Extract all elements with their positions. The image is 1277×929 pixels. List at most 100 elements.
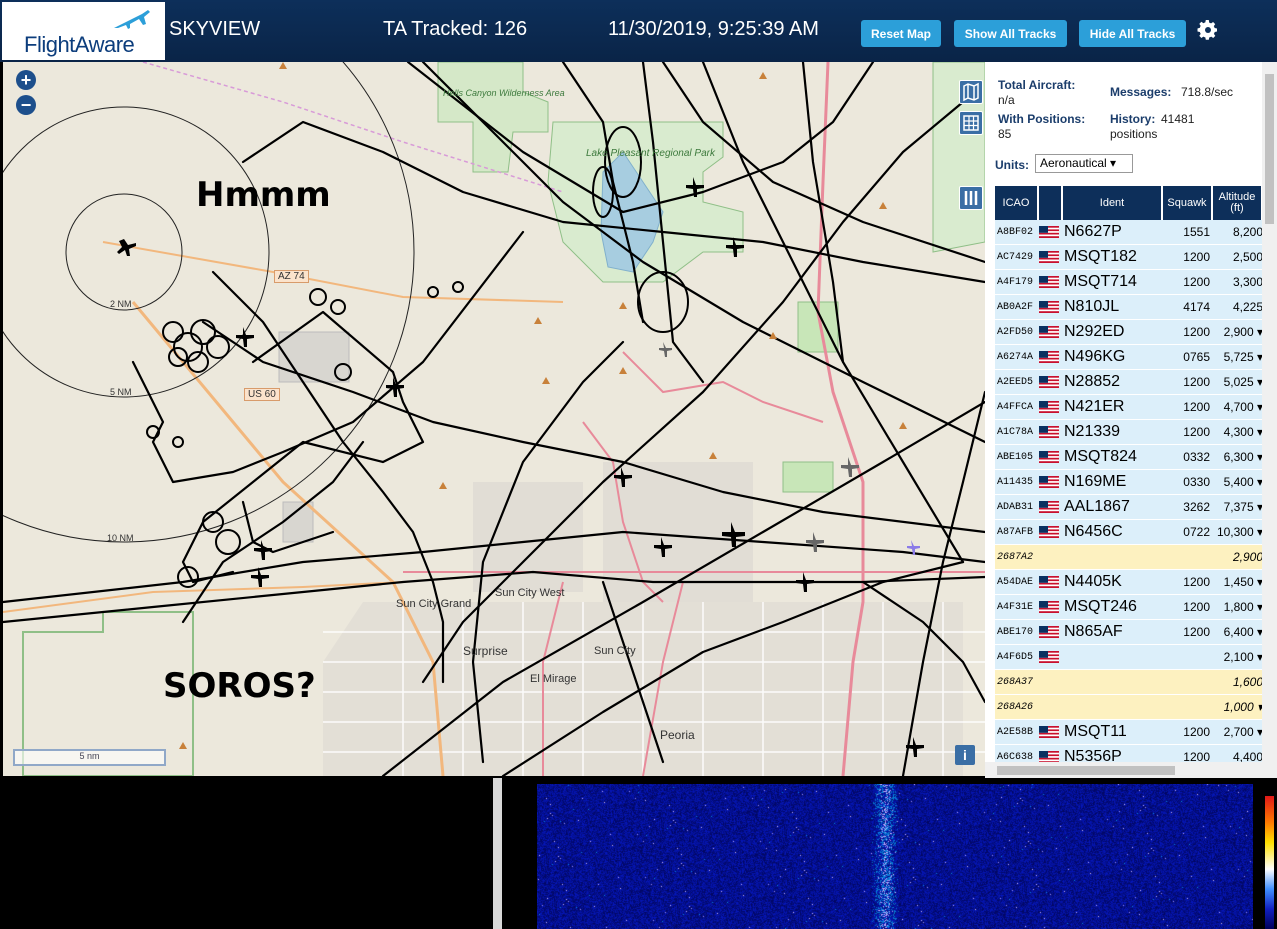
table-row[interactable]: 2687A2 2,900	[995, 545, 1263, 570]
map-layers-icon[interactable]	[959, 80, 983, 104]
table-row[interactable]: A2E58B MSQT11 1200 2,700 ▾	[995, 720, 1263, 745]
altitude-cell: 4,300 ▾	[1223, 425, 1263, 439]
ident-cell: MSQT824	[1064, 448, 1137, 465]
horizontal-scroll-thumb[interactable]	[997, 766, 1175, 775]
squawk-cell: 1200	[1183, 275, 1210, 289]
flag-cell	[1039, 345, 1063, 369]
table-row[interactable]: A4F31E MSQT246 1200 1,800 ▾	[995, 595, 1263, 620]
flag-cell	[1039, 670, 1063, 694]
panel-divider[interactable]	[493, 778, 502, 929]
columns-icon[interactable]	[959, 186, 983, 210]
table-row[interactable]: A54DAE N4405K 1200 1,450 ▾	[995, 570, 1263, 595]
range-label: 10 NM	[107, 533, 134, 543]
aircraft-sidebar: Total Aircraft: n/a With Positions: 85 M…	[985, 62, 1277, 778]
table-row[interactable]: A4FFCA N421ER 1200 4,700 ▾	[995, 395, 1263, 420]
range-label: 5 NM	[110, 387, 132, 397]
icao-cell: AC7429	[997, 251, 1034, 263]
flag-cell	[1039, 720, 1063, 744]
column-header-flag[interactable]	[1039, 186, 1063, 220]
squawk-cell: 1200	[1183, 425, 1210, 439]
aircraft-table: ICAO Ident Squawk Altitude (ft) A8BF02 N6…	[995, 186, 1263, 770]
total-aircraft-label: Total Aircraft:	[998, 78, 1076, 92]
show-all-tracks-button[interactable]: Show All Tracks	[954, 20, 1067, 47]
flag-cell	[1039, 245, 1063, 269]
ident-cell: N421ER	[1064, 398, 1125, 415]
flag-cell	[1039, 320, 1063, 344]
ident-cell: N4405K	[1064, 573, 1122, 590]
ident-cell: N21339	[1064, 423, 1121, 440]
table-row[interactable]: A6274A N496KG 0765 5,725 ▾	[995, 345, 1263, 370]
place-label: Surprise	[463, 644, 508, 658]
altitude-cell: 5,400 ▾	[1223, 475, 1263, 489]
place-label: Sun City	[594, 645, 636, 657]
icao-cell: 268A26	[997, 701, 1034, 713]
icao-cell: 2687A2	[997, 551, 1034, 563]
column-header-icao[interactable]: ICAO	[995, 186, 1039, 220]
flag-cell	[1039, 520, 1063, 544]
squawk-cell: 1200	[1183, 400, 1210, 414]
info-icon[interactable]: i	[955, 745, 975, 765]
plane-logo-icon	[114, 10, 150, 29]
messages-value: 718.8/sec	[1181, 85, 1234, 99]
altitude-cell: 10,300 ▾	[1216, 525, 1263, 539]
table-row[interactable]: A8BF02 N6627P 1551 8,200	[995, 220, 1263, 245]
squawk-cell: 0722	[1183, 525, 1210, 539]
us-flag-icon	[1039, 501, 1059, 513]
table-row[interactable]: A2FD50 N292ED 1200 2,900 ▾	[995, 320, 1263, 345]
spectrum-waterfall	[537, 784, 1253, 929]
skyview-app: FlightAware SKYVIEW TA Tracked: 126 11/3…	[0, 0, 1277, 929]
us-flag-icon	[1039, 576, 1059, 588]
flag-cell	[1039, 220, 1063, 244]
icao-cell: A87AFB	[997, 526, 1034, 538]
altitude-cell: 6,300 ▾	[1223, 450, 1263, 464]
table-row[interactable]: ADAB31 AAL1867 3262 7,375 ▾	[995, 495, 1263, 520]
squawk-cell: 0330	[1183, 475, 1210, 489]
gear-icon[interactable]	[1196, 18, 1220, 42]
ident-cell	[1063, 545, 1163, 569]
zoom-in-button[interactable]: +	[16, 70, 36, 90]
vertical-scroll-thumb[interactable]	[1265, 74, 1274, 224]
map-base-layer	[3, 62, 985, 776]
column-header-ident[interactable]: Ident	[1063, 186, 1163, 220]
squawk-cell: 1200	[1183, 725, 1210, 739]
icao-cell: A4F31E	[997, 601, 1034, 613]
flag-cell	[1039, 570, 1063, 594]
table-row[interactable]: A87AFB N6456C 0722 10,300 ▾	[995, 520, 1263, 545]
place-label: Peoria	[660, 728, 695, 742]
altitude-cell: 7,375 ▾	[1223, 500, 1263, 514]
altitude-cell: 5,025 ▾	[1223, 375, 1263, 389]
altitude-cell: 4,225	[1232, 300, 1263, 314]
table-row[interactable]: A11435 N169ME 0330 5,400 ▾	[995, 470, 1263, 495]
table-row[interactable]: ABE170 N865AF 1200 6,400 ▾	[995, 620, 1263, 645]
table-row[interactable]: 268A37 1,600	[995, 670, 1263, 695]
altitude-cell: 6,400 ▾	[1223, 625, 1263, 639]
icao-cell: ADAB31	[997, 501, 1034, 513]
ident-cell: N28852	[1064, 373, 1121, 390]
flightaware-logo[interactable]: FlightAware	[2, 2, 165, 60]
squawk-cell: 0332	[1183, 450, 1210, 464]
table-row[interactable]: 268A26 1,000 ▾	[995, 695, 1263, 720]
table-row[interactable]: AB0A2F N810JL 4174 4,225	[995, 295, 1263, 320]
column-header-altitude[interactable]: Altitude (ft)	[1213, 186, 1263, 220]
us-flag-icon	[1039, 651, 1059, 663]
ident-cell	[1063, 645, 1163, 669]
column-header-squawk[interactable]: Squawk	[1163, 186, 1213, 220]
hide-all-tracks-button[interactable]: Hide All Tracks	[1079, 20, 1186, 47]
table-row[interactable]: A4F179 MSQT714 1200 3,300	[995, 270, 1263, 295]
app-title: SKYVIEW	[169, 18, 261, 40]
aircraft-map[interactable]: Hells Canyon Wilderness Area Lake Pleasa…	[3, 62, 985, 776]
table-row[interactable]: A4F6D5 2,100 ▾	[995, 645, 1263, 670]
reset-map-button[interactable]: Reset Map	[861, 20, 941, 47]
table-row[interactable]: A1C78A N21339 1200 4,300 ▾	[995, 420, 1263, 445]
us-flag-icon	[1039, 351, 1059, 363]
table-row[interactable]: AC7429 MSQT182 1200 2,500	[995, 245, 1263, 270]
flag-cell	[1039, 295, 1063, 319]
table-row[interactable]: A2EED5 N28852 1200 5,025 ▾	[995, 370, 1263, 395]
zoom-out-button[interactable]: −	[16, 95, 36, 115]
icao-cell: 268A37	[997, 676, 1034, 688]
squawk-cell: 1200	[1183, 250, 1210, 264]
with-positions-label: With Positions:	[998, 112, 1086, 126]
table-row[interactable]: ABE105 MSQT824 0332 6,300 ▾	[995, 445, 1263, 470]
units-select[interactable]: Aeronautical ▾	[1035, 154, 1133, 173]
grid-icon[interactable]	[959, 111, 983, 135]
